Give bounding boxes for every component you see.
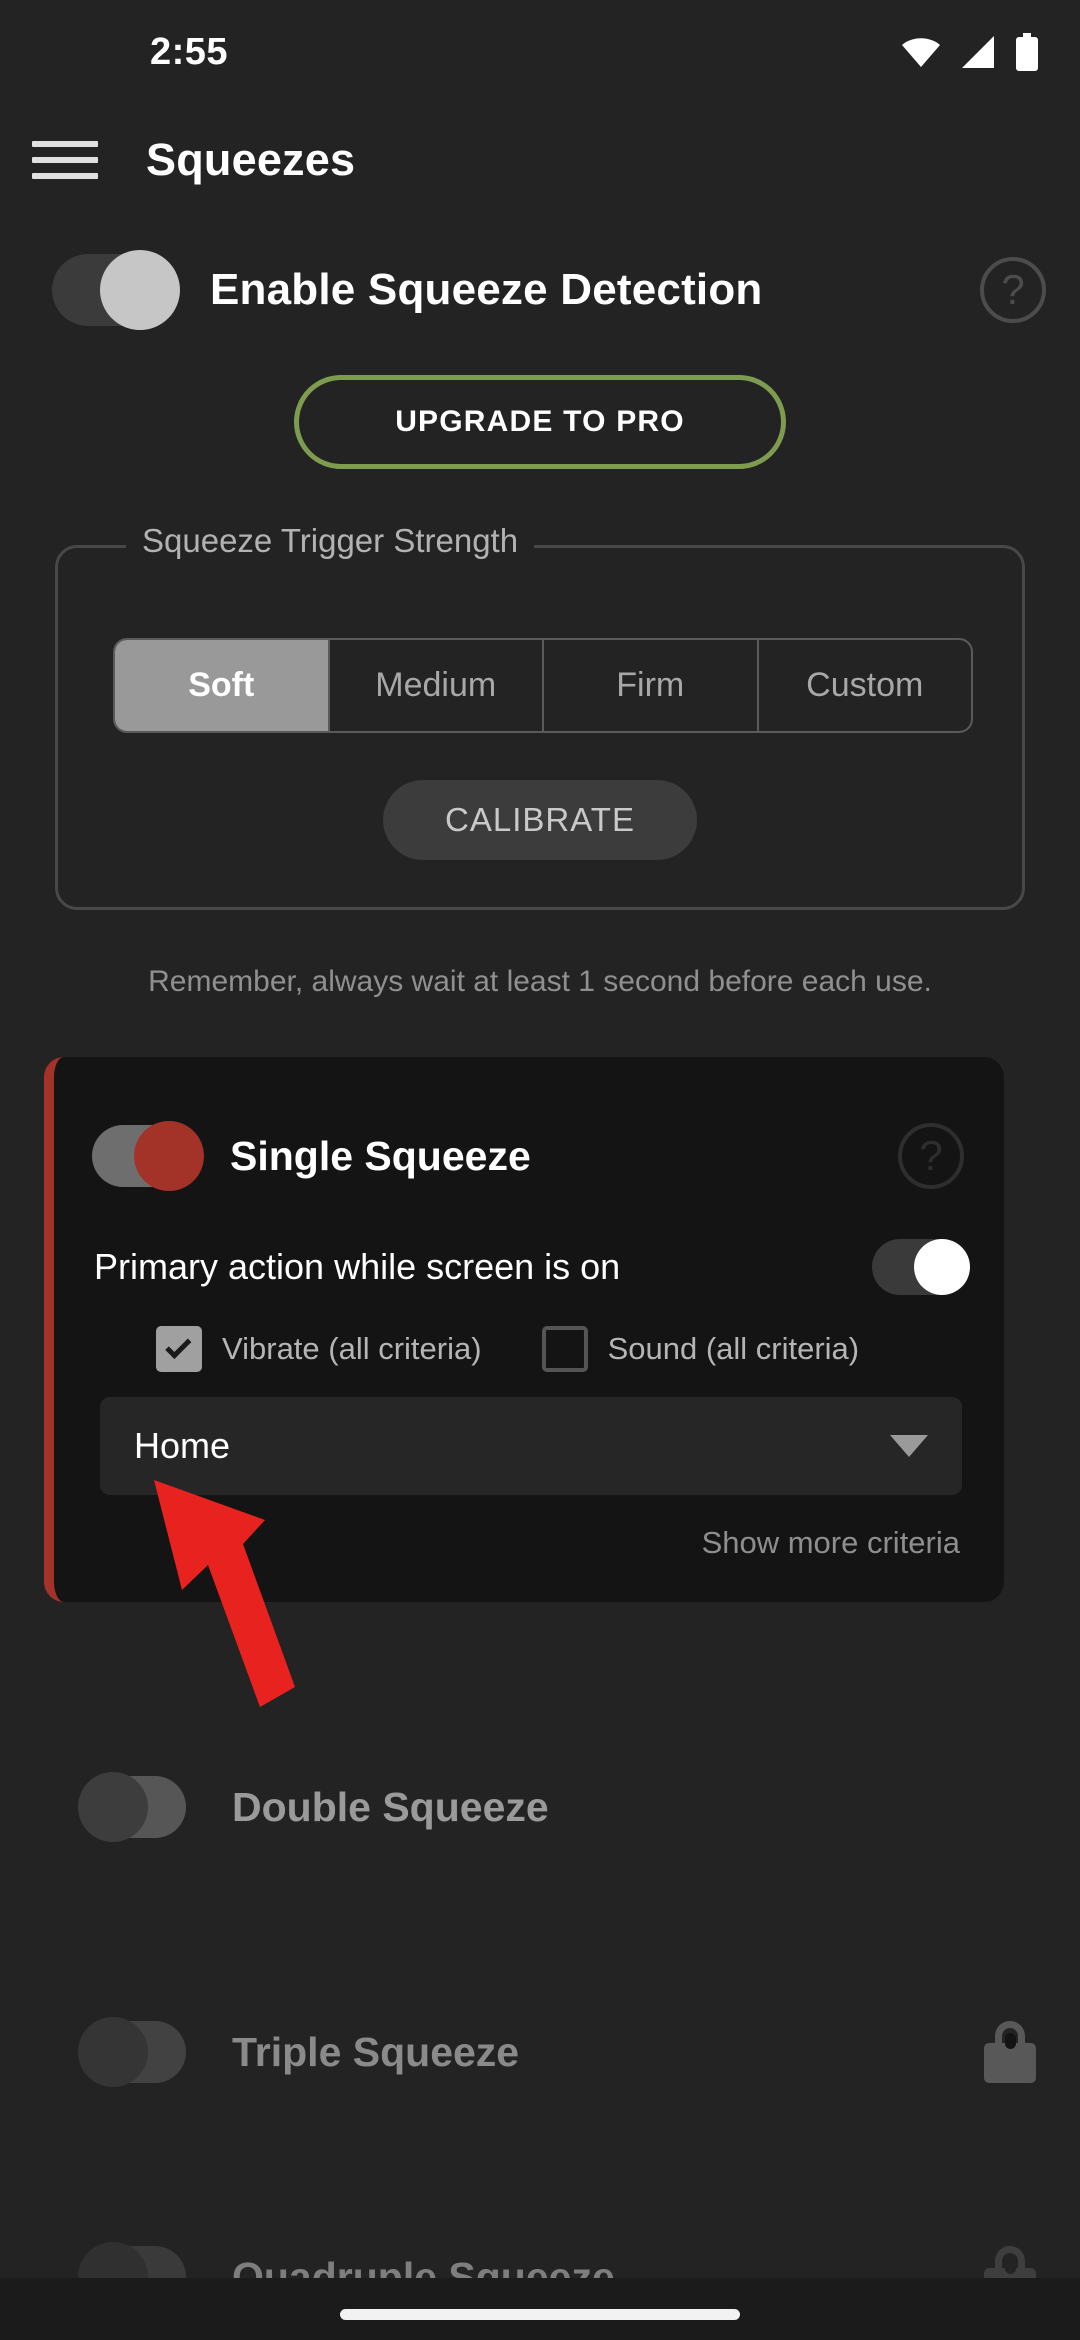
checkbox-box — [541, 1326, 588, 1372]
lock-keyhole — [1005, 2033, 1016, 2049]
show-more-criteria-link[interactable]: Show more criteria — [702, 1525, 960, 1561]
double-squeeze-row[interactable]: Double Squeeze — [0, 1752, 1080, 1862]
double-squeeze-toggle[interactable] — [78, 1772, 186, 1842]
wifi-icon — [902, 38, 940, 67]
lock-icon — [984, 2021, 1036, 2083]
trigger-strength-segmented-control: Soft Medium Firm Custom — [113, 638, 973, 733]
vibrate-checkbox-label: Vibrate (all criteria) — [222, 1331, 482, 1366]
calibrate-button[interactable]: CALIBRATE — [383, 780, 697, 860]
status-bar-icons — [900, 33, 1040, 71]
action-dropdown-value: Home — [134, 1425, 231, 1466]
app-bar: Squeezes — [0, 104, 1080, 216]
toggle-knob — [78, 1772, 148, 1842]
enable-squeeze-detection-row: Enable Squeeze Detection ? — [0, 225, 1080, 355]
help-circle-icon[interactable]: ? — [898, 1123, 964, 1189]
hamburger-bar — [32, 157, 98, 163]
group-legend: Squeeze Trigger Strength — [126, 522, 535, 560]
lock-body — [984, 2043, 1036, 2083]
hamburger-bar — [32, 141, 98, 147]
double-squeeze-label: Double Squeeze — [232, 1783, 549, 1830]
segment-custom[interactable]: Custom — [759, 640, 972, 731]
help-circle-icon[interactable]: ? — [980, 257, 1046, 323]
lock-keyhole — [1005, 2258, 1016, 2274]
triple-squeeze-toggle[interactable] — [78, 2017, 186, 2087]
primary-action-toggle[interactable] — [872, 1239, 970, 1295]
segment-soft[interactable]: Soft — [115, 640, 330, 731]
check-icon — [165, 1332, 192, 1359]
enable-squeeze-detection-toggle[interactable] — [52, 250, 180, 330]
home-gesture-pill[interactable] — [340, 2309, 740, 2320]
segment-medium[interactable]: Medium — [330, 640, 544, 731]
triple-squeeze-row[interactable]: Triple Squeeze — [0, 1997, 1080, 2107]
hamburger-bar — [32, 173, 98, 179]
system-navigation-bar — [0, 2278, 1080, 2340]
single-squeeze-header: Single Squeeze ? — [54, 1101, 1004, 1211]
status-bar: 2:55 — [0, 0, 1080, 104]
criteria-checkbox-row: Vibrate (all criteria) Sound (all criter… — [156, 1319, 976, 1379]
hamburger-menu-icon[interactable] — [32, 127, 98, 193]
chevron-down-icon — [890, 1435, 928, 1457]
page-title: Squeezes — [146, 134, 356, 185]
toggle-knob — [134, 1121, 204, 1191]
segment-firm[interactable]: Firm — [544, 640, 759, 731]
toggle-knob — [914, 1239, 970, 1295]
upgrade-button-container: UPGRADE TO PRO — [0, 375, 1080, 469]
vibrate-checkbox[interactable]: Vibrate (all criteria) — [156, 1326, 482, 1372]
triple-squeeze-label: Triple Squeeze — [232, 2028, 520, 2075]
toggle-knob — [100, 250, 180, 330]
action-dropdown[interactable]: Home — [100, 1397, 962, 1495]
cellular-signal-icon — [962, 36, 994, 68]
reminder-text: Remember, always wait at least 1 second … — [148, 965, 932, 998]
checkbox-box — [156, 1326, 202, 1372]
upgrade-to-pro-button[interactable]: UPGRADE TO PRO — [294, 375, 786, 469]
enable-squeeze-detection-label: Enable Squeeze Detection — [210, 265, 763, 314]
primary-action-row: Primary action while screen is on — [54, 1227, 1004, 1307]
squeeze-trigger-strength-group: Squeeze Trigger Strength Soft Medium Fir… — [55, 522, 1025, 910]
single-squeeze-toggle[interactable] — [92, 1121, 204, 1191]
battery-icon — [1016, 33, 1038, 71]
sound-checkbox[interactable]: Sound (all criteria) — [541, 1326, 860, 1372]
single-squeeze-title: Single Squeeze — [230, 1132, 531, 1179]
sound-checkbox-label: Sound (all criteria) — [607, 1331, 860, 1366]
toggle-knob — [78, 2017, 148, 2087]
status-bar-clock: 2:55 — [150, 30, 229, 73]
single-squeeze-card: Single Squeeze ? Primary action while sc… — [44, 1057, 1004, 1602]
primary-action-label: Primary action while screen is on — [94, 1246, 621, 1287]
